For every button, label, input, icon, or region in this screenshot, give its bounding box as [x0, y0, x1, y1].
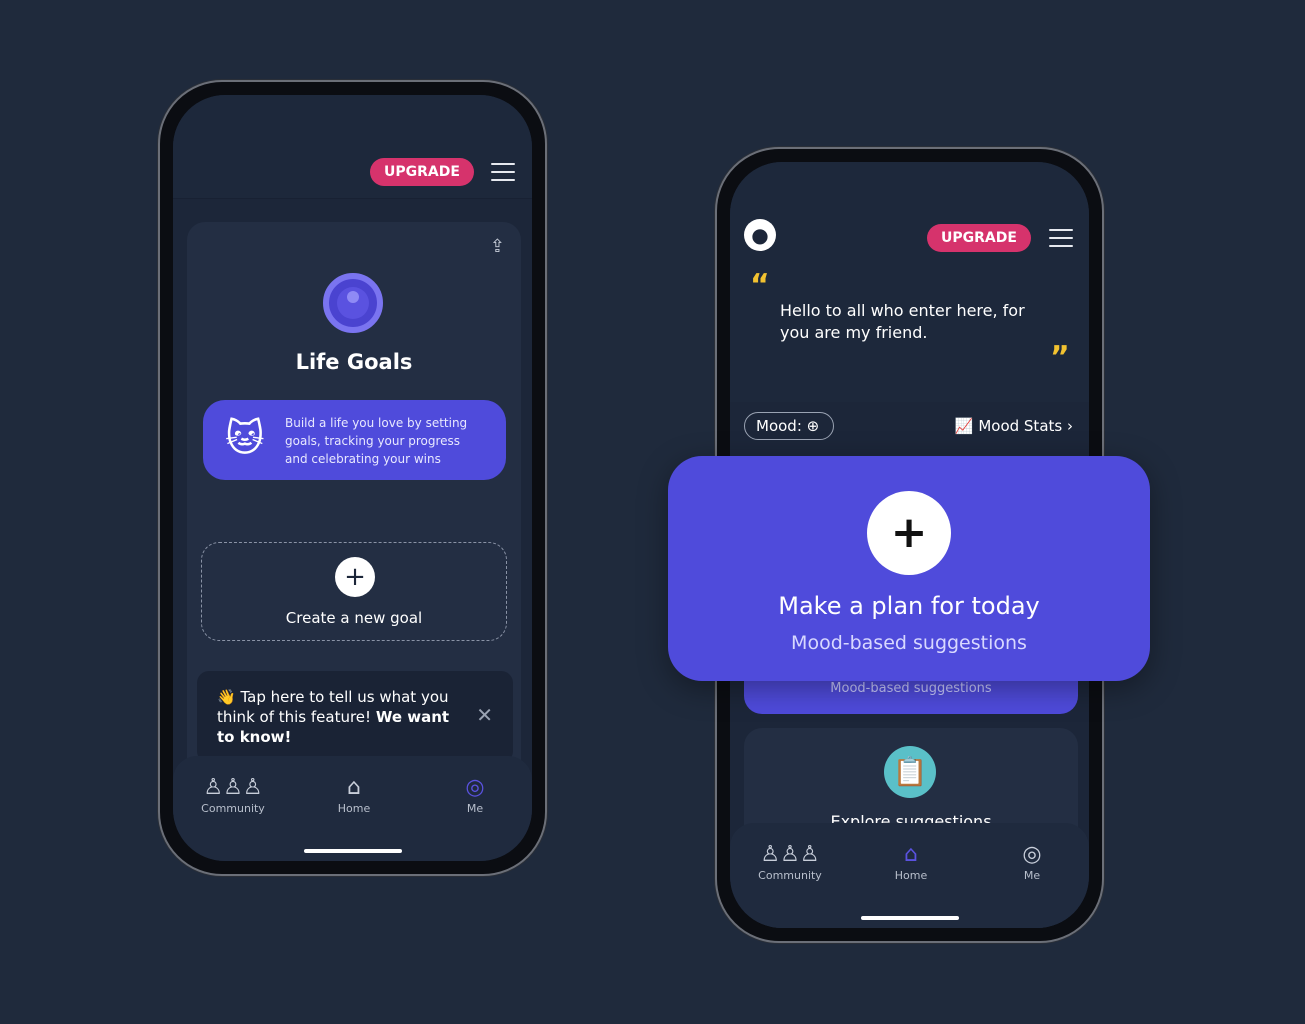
home-icon: ⌂ — [347, 775, 361, 800]
close-icon[interactable]: ✕ — [476, 703, 493, 727]
target-icon: ◎ — [1022, 842, 1042, 867]
tab-community[interactable]: ♙♙♙ Community — [188, 774, 278, 815]
intro-text: Build a life you love by setting goals, … — [285, 416, 468, 466]
make-plan-card[interactable]: + Make a plan for today Mood-based sugge… — [668, 456, 1150, 681]
checklist-icon: 📋 — [884, 746, 936, 798]
target-icon: ◎ — [465, 775, 485, 800]
tab-bar: ♙♙♙ Community ⌂ Home ◎ Me — [173, 756, 532, 861]
home-indicator — [860, 916, 959, 920]
community-icon: ♙♙♙ — [203, 775, 263, 800]
menu-icon[interactable] — [1049, 229, 1073, 247]
share-icon[interactable]: ⇪ — [490, 236, 505, 257]
plan-title: Make a plan for today — [778, 592, 1040, 620]
target-logo-icon — [323, 273, 383, 333]
home-icon: ⌂ — [904, 842, 918, 867]
feedback-text: 👋 Tap here to tell us what you think of … — [217, 688, 450, 746]
mood-stats-link[interactable]: 📈 Mood Stats › — [955, 417, 1073, 435]
community-icon: ♙♙♙ — [760, 842, 820, 867]
profile-icon[interactable]: ● — [744, 219, 776, 251]
page-title: Life Goals — [295, 350, 413, 374]
plan-subtitle: Mood-based suggestions — [791, 632, 1027, 654]
tab-home[interactable]: ⌂ Home — [866, 841, 956, 882]
tab-home[interactable]: ⌂ Home — [309, 774, 399, 815]
create-goal-label: Create a new goal — [285, 609, 423, 627]
menu-icon[interactable] — [491, 163, 515, 181]
chart-icon: 📈 — [954, 417, 974, 435]
open-quote-icon: “ — [750, 268, 770, 303]
left-phone: UPGRADE ⇪ Life Goals 🐱 Build a life you … — [158, 80, 547, 876]
tab-bar: ♙♙♙ Community ⌂ Home ◎ Me — [730, 823, 1089, 928]
upgrade-button[interactable]: UPGRADE — [370, 158, 474, 186]
feedback-banner[interactable]: 👋 Tap here to tell us what you think of … — [197, 671, 513, 763]
meditating-cat-icon: 🐱 — [225, 416, 265, 460]
plus-icon: + — [867, 491, 951, 575]
tab-me[interactable]: ◎ Me — [430, 774, 520, 815]
mood-button[interactable]: Mood: ⊕ — [744, 412, 834, 440]
tab-community[interactable]: ♙♙♙ Community — [745, 841, 835, 882]
home-indicator — [303, 849, 402, 853]
intro-banner: 🐱 Build a life you love by setting goals… — [203, 400, 506, 480]
upgrade-button[interactable]: UPGRADE — [927, 224, 1031, 252]
tab-me[interactable]: ◎ Me — [987, 841, 1077, 882]
plus-circle-icon: ⊕ — [806, 417, 820, 435]
quote-text: Hello to all who enter here, for you are… — [780, 301, 1025, 342]
left-screen: UPGRADE ⇪ Life Goals 🐱 Build a life you … — [173, 95, 532, 861]
close-quote-icon: ” — [1050, 340, 1070, 375]
plus-icon: + — [335, 557, 375, 597]
create-goal-button[interactable]: + Create a new goal — [201, 542, 507, 641]
